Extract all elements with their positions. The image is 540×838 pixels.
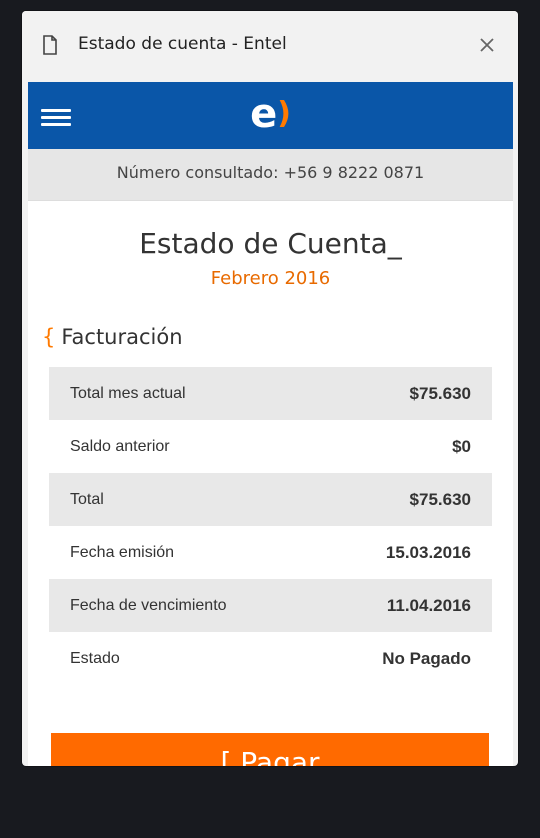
logo-paren: ) bbox=[277, 96, 291, 131]
row-value: $0 bbox=[452, 436, 471, 456]
page-title: Estado de Cuenta_ bbox=[139, 227, 402, 260]
row-value: $75.630 bbox=[409, 383, 471, 403]
hamburger-menu-icon[interactable] bbox=[41, 109, 71, 126]
statement-period: Febrero 2016 bbox=[210, 268, 331, 289]
row-value: No Pagado bbox=[382, 648, 471, 668]
table-row: Estado No Pagado bbox=[49, 632, 492, 685]
row-value: 11.04.2016 bbox=[386, 595, 471, 615]
row-label: Total bbox=[70, 490, 104, 508]
row-label: Total mes actual bbox=[70, 384, 186, 402]
row-label: Estado bbox=[70, 649, 120, 667]
billing-section-title: {Facturación bbox=[42, 325, 513, 349]
table-row: Total $75.630 bbox=[49, 473, 492, 526]
table-row: Fecha emisión 15.03.2016 bbox=[49, 526, 492, 579]
app-header: e) bbox=[28, 82, 513, 149]
row-value: $75.630 bbox=[409, 489, 471, 509]
section-title-text: Facturación bbox=[61, 325, 183, 349]
pay-button[interactable]: [ Pagar bbox=[51, 733, 489, 766]
popup-window: Estado de cuenta - Entel e) Número consu… bbox=[22, 11, 518, 766]
consulted-number: Número consultado: +56 9 8222 0871 bbox=[28, 149, 513, 201]
window-title: Estado de cuenta - Entel bbox=[78, 34, 287, 54]
page-content: e) Número consultado: +56 9 8222 0871 Es… bbox=[28, 82, 513, 766]
table-row: Saldo anterior $0 bbox=[49, 420, 492, 473]
window-titlebar: Estado de cuenta - Entel bbox=[22, 11, 518, 82]
close-icon[interactable] bbox=[478, 36, 496, 54]
row-label: Fecha emisión bbox=[70, 543, 175, 561]
section-brace: { bbox=[42, 325, 56, 349]
row-label: Saldo anterior bbox=[70, 437, 170, 455]
document-icon bbox=[43, 35, 57, 55]
table-row: Total mes actual $75.630 bbox=[49, 367, 492, 420]
table-row: Fecha de vencimiento 11.04.2016 bbox=[49, 579, 492, 632]
entel-logo: e) bbox=[250, 94, 291, 134]
row-label: Fecha de vencimiento bbox=[70, 596, 227, 614]
billing-table: Total mes actual $75.630 Saldo anterior … bbox=[49, 367, 492, 685]
row-value: 15.03.2016 bbox=[385, 542, 471, 562]
logo-letter: e bbox=[250, 91, 278, 137]
